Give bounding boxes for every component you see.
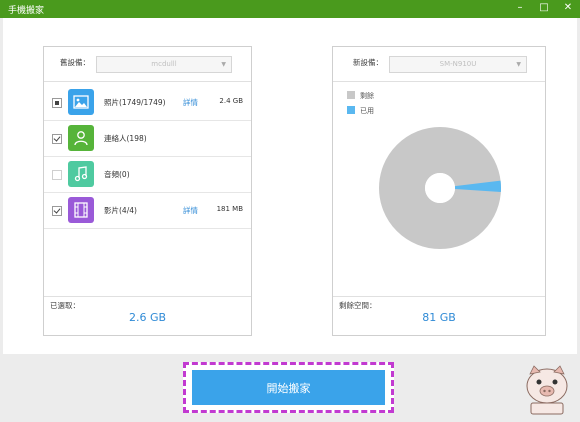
videos-detail-link[interactable]: 詳情 (183, 205, 198, 216)
old-device-label: 舊設備： (60, 58, 90, 67)
main-area: 舊設備： mcdulll ▼ 照片(1749/1749) 詳情 2.4 GB 連… (3, 18, 577, 354)
audio-label: 音頻(0) (104, 170, 130, 179)
legend-label-remaining: 剩餘 (360, 92, 374, 100)
music-icon (68, 161, 94, 187)
legend-remaining: 剩餘 (347, 91, 374, 101)
legend-used: 已用 (347, 106, 374, 116)
contacts-label: 連絡人(198) (104, 134, 147, 143)
photos-detail-link[interactable]: 詳情 (183, 97, 198, 108)
chevron-down-icon: ▼ (221, 61, 226, 68)
start-transfer-button[interactable]: 開始搬家 (192, 370, 385, 405)
new-device-label: 新設備： (353, 58, 383, 67)
photos-checkbox[interactable] (52, 98, 62, 108)
contacts-checkbox[interactable] (52, 134, 62, 144)
videos-size: 181 MB (216, 205, 243, 213)
pig-mascot-logo (526, 365, 568, 415)
old-device-panel: 舊設備： mcdulll ▼ 照片(1749/1749) 詳情 2.4 GB 連… (43, 46, 252, 336)
list-item-photos[interactable]: 照片(1749/1749) 詳情 2.4 GB (44, 84, 251, 121)
minimize-icon[interactable]: – (514, 2, 526, 14)
audio-checkbox[interactable] (52, 170, 62, 180)
chevron-down-icon: ▼ (516, 61, 521, 68)
close-icon[interactable]: ✕ (562, 2, 574, 14)
new-device-row: 新設備： SM-N910U ▼ (333, 47, 545, 82)
selected-value: 2.6 GB (128, 311, 167, 324)
new-device-select[interactable]: SM-N910U ▼ (389, 56, 527, 73)
list-item-videos[interactable]: 影片(4/4) 詳情 181 MB (44, 192, 251, 229)
new-device-panel: 新設備： SM-N910U ▼ 剩餘 已用 剩餘空間： 81 GB (332, 46, 546, 336)
donut-hole (425, 173, 455, 203)
new-device-value: SM-N910U (439, 60, 477, 68)
remaining-summary: 剩餘空間： 81 GB (333, 296, 545, 335)
remaining-label: 剩餘空間： (339, 301, 377, 310)
old-device-row: 舊設備： mcdulll ▼ (44, 47, 251, 82)
video-icon (68, 197, 94, 223)
old-device-value: mcdulll (151, 60, 177, 68)
photos-size: 2.4 GB (219, 97, 243, 105)
start-button-frame: 開始搬家 (183, 362, 394, 413)
legend-swatch-used (347, 106, 355, 114)
old-device-select[interactable]: mcdulll ▼ (96, 56, 232, 73)
photos-label: 照片(1749/1749) (104, 98, 166, 107)
title-bar: 手機搬家 – □ ✕ (0, 0, 580, 18)
selected-summary: 已選取： 2.6 GB (44, 296, 251, 335)
photo-icon (68, 89, 94, 115)
maximize-icon[interactable]: □ (538, 2, 550, 14)
videos-checkbox[interactable] (52, 206, 62, 216)
videos-label: 影片(4/4) (104, 206, 137, 215)
remaining-value: 81 GB (422, 311, 456, 324)
window-title: 手機搬家 (8, 6, 45, 16)
storage-donut-chart (379, 127, 501, 249)
selected-label: 已選取： (50, 301, 80, 310)
list-item-audio[interactable]: 音頻(0) (44, 156, 251, 193)
legend-swatch-remaining (347, 91, 355, 99)
list-item-contacts[interactable]: 連絡人(198) (44, 120, 251, 157)
legend-label-used: 已用 (360, 107, 374, 115)
contact-icon (68, 125, 94, 151)
